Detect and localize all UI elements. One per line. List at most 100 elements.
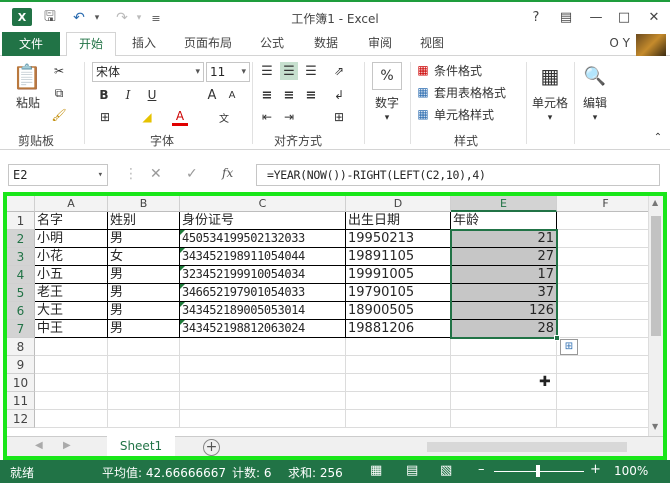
- minimize-button[interactable]: —: [582, 6, 610, 28]
- bold-button[interactable]: B: [96, 86, 112, 104]
- row-header[interactable]: 4: [7, 266, 35, 284]
- tab-formulas[interactable]: 公式: [252, 32, 292, 56]
- redo-icon[interactable]: ↷: [112, 8, 132, 28]
- empty-cell[interactable]: [346, 410, 451, 428]
- empty-cell[interactable]: [557, 392, 655, 410]
- help-button[interactable]: ?: [522, 6, 550, 28]
- format-as-table-button[interactable]: 套用表格格式: [434, 84, 518, 100]
- find-icon[interactable]: 🔍: [582, 62, 608, 90]
- grow-font-button[interactable]: A: [204, 86, 220, 104]
- birthdate-cell[interactable]: 19790105: [346, 284, 451, 302]
- merge-center-icon[interactable]: ⊞: [330, 108, 348, 126]
- editing-button[interactable]: 编辑: [576, 94, 614, 110]
- cut-icon[interactable]: ✂: [50, 62, 68, 80]
- page-layout-view-icon[interactable]: ▤: [406, 463, 418, 478]
- id-number-cell[interactable]: 343452198812063024: [180, 320, 346, 338]
- empty-cell[interactable]: [557, 266, 655, 284]
- align-left-icon[interactable]: ≡: [258, 86, 276, 104]
- user-name[interactable]: O Y: [609, 36, 630, 50]
- avatar[interactable]: [636, 34, 666, 56]
- scrollbar-thumb[interactable]: [651, 216, 661, 336]
- percent-icon[interactable]: %: [372, 62, 402, 90]
- maximize-button[interactable]: □: [610, 6, 638, 28]
- font-size-select[interactable]: 11 ▾: [206, 62, 250, 82]
- cell-styles-icon[interactable]: ▦: [414, 106, 432, 122]
- phonetic-icon[interactable]: 文: [214, 108, 234, 126]
- name-cell[interactable]: 小花: [35, 248, 108, 266]
- empty-cell[interactable]: [35, 356, 108, 374]
- ribbon-display-options-icon[interactable]: ▤: [552, 6, 580, 28]
- zoom-level[interactable]: 100%: [614, 464, 648, 478]
- scroll-down-icon[interactable]: ▼: [652, 422, 658, 431]
- empty-cell[interactable]: [557, 212, 655, 230]
- scroll-up-icon[interactable]: ▲: [652, 198, 658, 207]
- empty-cell[interactable]: [180, 356, 346, 374]
- name-cell[interactable]: 大王: [35, 302, 108, 320]
- copy-icon[interactable]: ⧉: [50, 84, 68, 102]
- name-cell[interactable]: 小明: [35, 230, 108, 248]
- empty-cell[interactable]: [557, 320, 655, 338]
- empty-cell[interactable]: [346, 356, 451, 374]
- font-name-select[interactable]: 宋体 ▾: [92, 62, 204, 82]
- empty-cell[interactable]: [180, 338, 346, 356]
- undo-dropdown-icon[interactable]: ▾: [92, 8, 102, 28]
- format-as-table-icon[interactable]: ▦: [414, 84, 432, 100]
- birthdate-cell[interactable]: 18900505: [346, 302, 451, 320]
- decrease-indent-icon[interactable]: ⇤: [258, 108, 276, 126]
- gender-cell[interactable]: 男: [108, 302, 180, 320]
- add-sheet-button[interactable]: +: [203, 439, 220, 456]
- enter-icon[interactable]: ✓: [186, 166, 198, 182]
- gender-cell[interactable]: 男: [108, 230, 180, 248]
- empty-cell[interactable]: [451, 392, 557, 410]
- empty-cell[interactable]: [35, 392, 108, 410]
- zoom-slider-thumb[interactable]: [536, 465, 540, 477]
- error-indicator-icon[interactable]: [180, 302, 185, 307]
- tab-file[interactable]: 文件: [2, 32, 60, 56]
- empty-cell[interactable]: [180, 410, 346, 428]
- empty-cell[interactable]: [35, 374, 108, 392]
- empty-cell[interactable]: [108, 392, 180, 410]
- row-header[interactable]: 5: [7, 284, 35, 302]
- conditional-formatting-button[interactable]: 条件格式: [434, 62, 518, 78]
- row-header[interactable]: 7: [7, 320, 35, 338]
- tab-data[interactable]: 数据: [306, 32, 346, 56]
- empty-cell[interactable]: [557, 410, 655, 428]
- header-cell-age[interactable]: 年龄: [451, 212, 557, 230]
- empty-cell[interactable]: [346, 392, 451, 410]
- conditional-formatting-icon[interactable]: ▦: [414, 62, 432, 78]
- prev-sheet-icon[interactable]: ◀: [35, 440, 43, 451]
- customize-quick-access-icon[interactable]: ≡: [150, 8, 162, 28]
- gender-cell[interactable]: 男: [108, 320, 180, 338]
- worksheet-grid[interactable]: A B C D E F 1 2 3 4 5 6 7 8 9 10 11 12 名…: [7, 196, 663, 436]
- align-center-icon[interactable]: ≡: [280, 86, 298, 104]
- chevron-down-icon[interactable]: ▾: [380, 112, 394, 124]
- cell-styles-button[interactable]: 单元格样式: [434, 106, 518, 122]
- empty-cell[interactable]: [557, 302, 655, 320]
- age-cell[interactable]: 21: [451, 230, 557, 248]
- align-bottom-icon[interactable]: ☰: [302, 62, 320, 80]
- empty-cell[interactable]: [108, 356, 180, 374]
- empty-cell[interactable]: [35, 410, 108, 428]
- tab-page-layout[interactable]: 页面布局: [178, 32, 238, 56]
- row-header[interactable]: 2: [7, 230, 35, 248]
- increase-indent-icon[interactable]: ⇥: [280, 108, 298, 126]
- redo-dropdown-icon[interactable]: ▾: [134, 8, 144, 28]
- font-color-button[interactable]: A: [172, 108, 188, 126]
- row-header[interactable]: 10: [7, 374, 35, 392]
- gender-cell[interactable]: 男: [108, 266, 180, 284]
- id-number-cell[interactable]: 450534199502132033: [180, 230, 346, 248]
- chevron-down-icon[interactable]: ▾: [543, 112, 557, 124]
- next-sheet-icon[interactable]: ▶: [63, 440, 71, 451]
- age-cell[interactable]: 28: [451, 320, 557, 338]
- normal-view-icon[interactable]: ▦: [370, 463, 382, 478]
- birthdate-cell[interactable]: 19950213: [346, 230, 451, 248]
- column-header-f[interactable]: F: [557, 196, 655, 212]
- row-header[interactable]: 3: [7, 248, 35, 266]
- row-header[interactable]: 11: [7, 392, 35, 410]
- wrap-text-icon[interactable]: ↲: [330, 86, 348, 104]
- age-cell[interactable]: 17: [451, 266, 557, 284]
- formula-input[interactable]: =YEAR(NOW())-RIGHT(LEFT(C2,10),4): [256, 164, 660, 186]
- chevron-down-icon[interactable]: ▾: [588, 112, 602, 124]
- error-indicator-icon[interactable]: [180, 266, 185, 271]
- empty-cell[interactable]: [557, 230, 655, 248]
